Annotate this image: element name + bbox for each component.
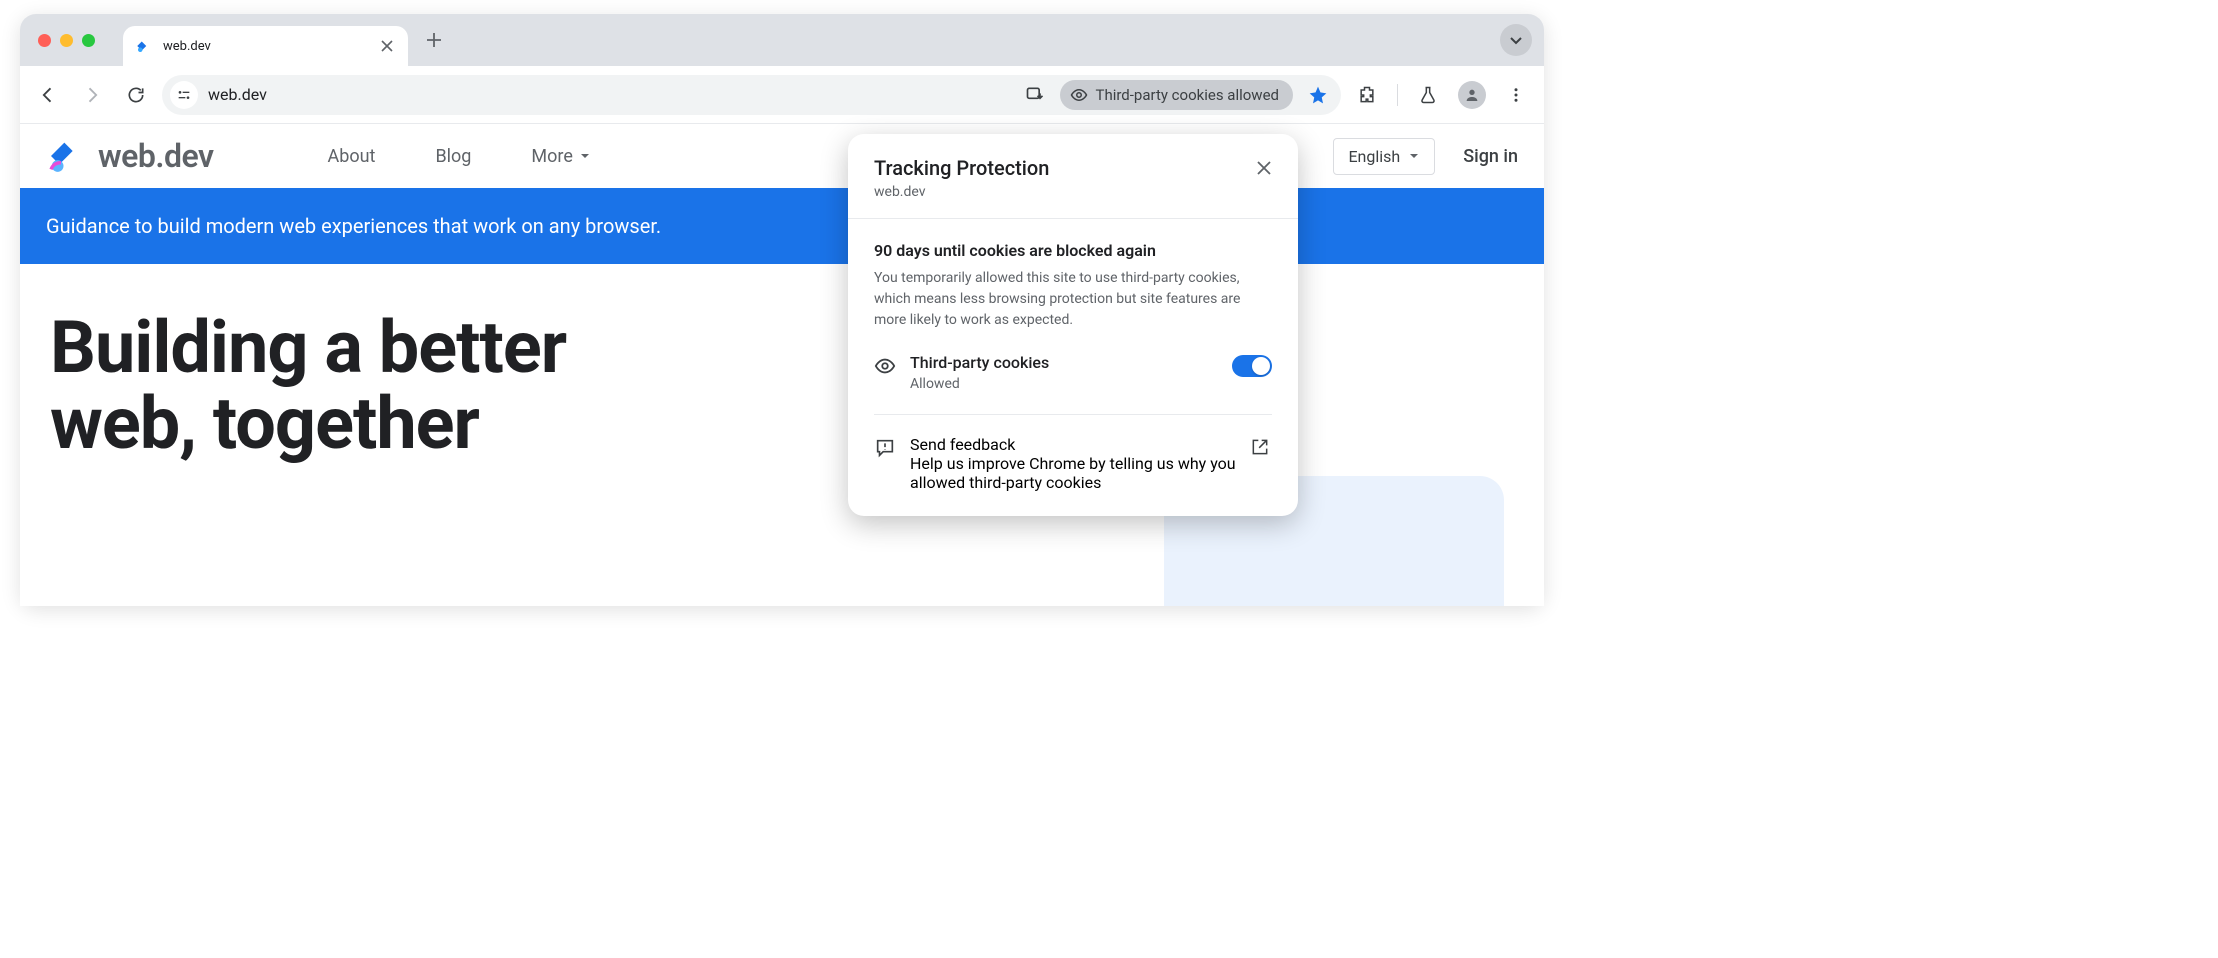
- popup-title: Tracking Protection: [874, 156, 1272, 180]
- language-selector[interactable]: English: [1333, 138, 1435, 175]
- nav-more[interactable]: More: [531, 146, 590, 167]
- webdev-logo-icon: [46, 136, 86, 176]
- cookies-toggle[interactable]: [1232, 355, 1272, 377]
- tab-title: web.dev: [163, 39, 368, 54]
- back-button[interactable]: [30, 77, 66, 113]
- tab-strip: web.dev: [20, 14, 1544, 66]
- forward-button[interactable]: [74, 77, 110, 113]
- window-maximize-button[interactable]: [82, 34, 95, 47]
- popup-heading: 90 days until cookies are blocked again: [874, 241, 1272, 260]
- site-logo-text: web.dev: [98, 137, 214, 175]
- popup-header: Tracking Protection web.dev: [848, 134, 1298, 219]
- address-bar[interactable]: web.dev Third-party cookies allowed: [162, 75, 1341, 115]
- hero-line2: web, together: [50, 381, 479, 466]
- browser-window: web.dev web.dev: [20, 14, 1544, 606]
- window-close-button[interactable]: [38, 34, 51, 47]
- site-header: web.dev About Blog More English Sign in: [20, 124, 1544, 188]
- popup-body: 90 days until cookies are blocked again …: [848, 219, 1298, 516]
- feedback-row[interactable]: Send feedback Help us improve Chrome by …: [874, 415, 1272, 516]
- webdev-favicon: [135, 37, 153, 55]
- nav-blog[interactable]: Blog: [435, 146, 471, 167]
- caret-down-icon: [1408, 150, 1420, 162]
- cookies-toggle-row: Third-party cookies Allowed: [874, 331, 1272, 415]
- site-info-button[interactable]: [170, 81, 198, 109]
- toolbar-divider: [1397, 84, 1398, 106]
- cookie-status-chip[interactable]: Third-party cookies allowed: [1060, 80, 1294, 110]
- toolbar: web.dev Third-party cookies allowed: [20, 66, 1544, 124]
- site-logo[interactable]: web.dev: [46, 136, 214, 176]
- nav-about[interactable]: About: [328, 146, 376, 167]
- sign-in-link[interactable]: Sign in: [1463, 146, 1518, 167]
- hero: Building a better web, together: [20, 264, 1544, 461]
- bookmark-button[interactable]: [1303, 80, 1333, 110]
- page-content: web.dev About Blog More English Sign in …: [20, 124, 1544, 606]
- open-external-icon: [1250, 437, 1272, 457]
- caret-down-icon: [579, 150, 591, 162]
- chrome-menu-button[interactable]: [1498, 77, 1534, 113]
- window-controls: [38, 34, 95, 47]
- feedback-title: Send feedback: [910, 435, 1236, 454]
- extensions-button[interactable]: [1349, 77, 1385, 113]
- nav-more-label: More: [531, 146, 572, 167]
- popup-site: web.dev: [874, 184, 1272, 200]
- url-text: web.dev: [208, 85, 1010, 104]
- feedback-icon: [874, 437, 896, 459]
- window-minimize-button[interactable]: [60, 34, 73, 47]
- toggle-status: Allowed: [910, 376, 1218, 392]
- banner: Guidance to build modern web experiences…: [20, 188, 1544, 264]
- popup-description: You temporarily allowed this site to use…: [874, 268, 1272, 331]
- hero-line1: Building a better: [50, 305, 566, 390]
- eye-icon: [874, 355, 896, 377]
- tracking-protection-popup: Tracking Protection web.dev 90 days unti…: [848, 134, 1298, 516]
- eye-icon: [1070, 86, 1088, 104]
- labs-button[interactable]: [1410, 77, 1446, 113]
- avatar-icon: [1458, 81, 1486, 109]
- toggle-label: Third-party cookies: [910, 353, 1218, 372]
- feedback-description: Help us improve Chrome by telling us why…: [910, 454, 1236, 492]
- profile-button[interactable]: [1454, 77, 1490, 113]
- language-label: English: [1348, 147, 1400, 166]
- close-tab-button[interactable]: [378, 37, 396, 55]
- cookie-chip-label: Third-party cookies allowed: [1096, 86, 1280, 104]
- new-tab-button[interactable]: [418, 24, 450, 56]
- site-nav: About Blog More: [328, 146, 591, 167]
- browser-tab[interactable]: web.dev: [123, 26, 408, 66]
- header-right: English Sign in: [1333, 138, 1518, 175]
- install-app-button[interactable]: [1020, 80, 1050, 110]
- reload-button[interactable]: [118, 77, 154, 113]
- popup-close-button[interactable]: [1252, 156, 1276, 180]
- tab-overflow-button[interactable]: [1500, 24, 1532, 56]
